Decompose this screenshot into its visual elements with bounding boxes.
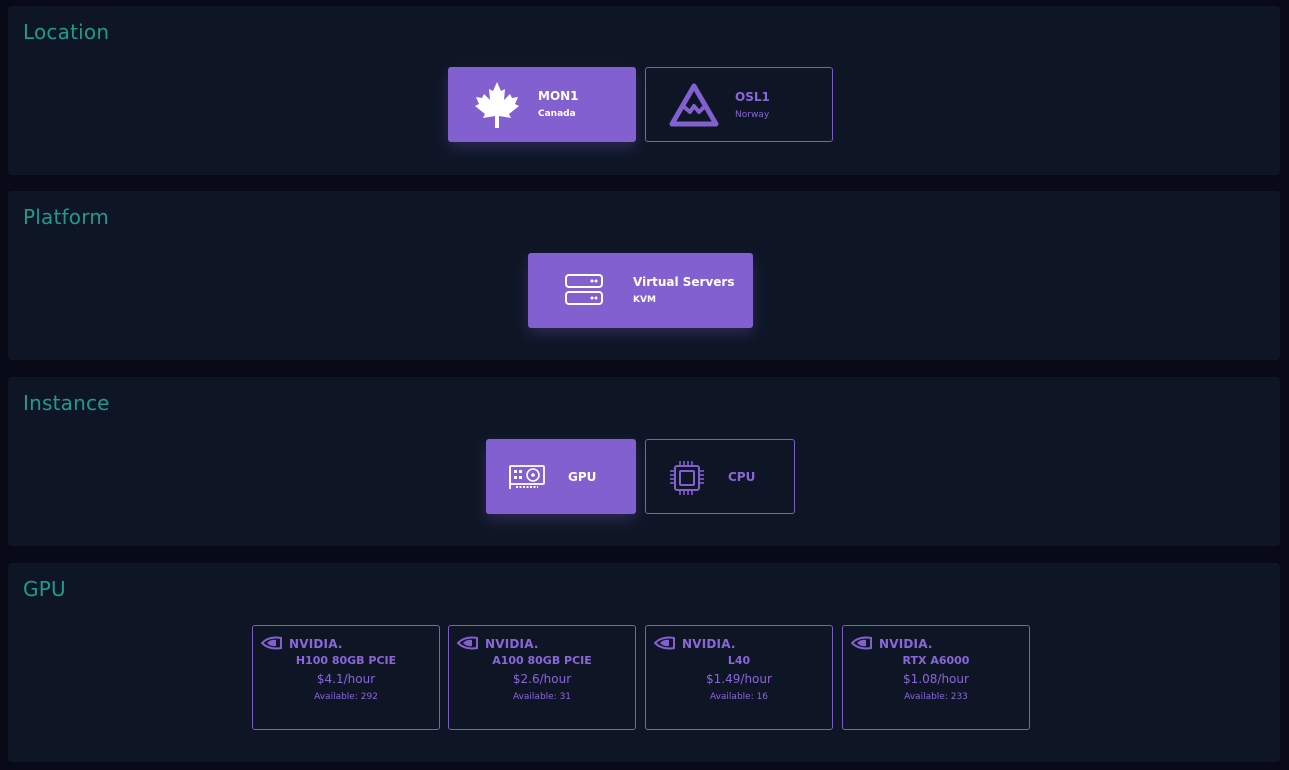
cpu-chip-icon	[668, 459, 706, 501]
gpu-price: $1.49/hour	[706, 672, 772, 686]
platform-option-virtual-servers[interactable]: Virtual Servers KVM	[528, 253, 753, 328]
instance-section: Instance GPU CPU	[8, 377, 1280, 546]
gpu-price: $1.08/hour	[903, 672, 969, 686]
nvidia-logo: NVIDIA.	[456, 635, 539, 653]
platform-section-title: Platform	[23, 205, 109, 229]
location-option-osl1[interactable]: OSL1 Norway	[645, 67, 833, 142]
gpu-model: L40	[727, 654, 751, 667]
graphics-card-icon	[508, 463, 548, 495]
gpu-option-h100[interactable]: NVIDIA. H100 80GB PCIE $4.1/hour Availab…	[252, 625, 440, 730]
mountain-icon	[668, 82, 720, 132]
gpu-availability: Available: 31	[512, 692, 572, 702]
platform-section: Platform Virtual Servers KVM	[8, 191, 1280, 360]
nvidia-eye-icon	[850, 636, 872, 650]
instance-section-title: Instance	[23, 391, 110, 415]
platform-option-name: Virtual Servers	[633, 275, 735, 289]
gpu-price: $2.6/hour	[512, 672, 572, 686]
instance-option-name: CPU	[728, 470, 756, 484]
instance-option-name: GPU	[568, 470, 597, 484]
nvidia-eye-icon	[260, 636, 282, 650]
brand-text: NVIDIA.	[485, 637, 539, 651]
gpu-option-l40[interactable]: NVIDIA. L40 $1.49/hour Available: 16	[645, 625, 833, 730]
location-option-name: OSL1	[735, 90, 770, 104]
gpu-availability: Available: 292	[314, 692, 378, 702]
platform-option-sub: KVM	[633, 295, 656, 305]
gpu-section: GPU NVIDIA. H100 80GB PCIE $4.1/hour Ava…	[8, 563, 1280, 762]
gpu-section-title: GPU	[23, 577, 66, 601]
location-option-country: Norway	[735, 110, 770, 120]
location-option-country: Canada	[538, 109, 576, 119]
gpu-option-rtx-a6000[interactable]: NVIDIA. RTX A6000 $1.08/hour Available: …	[842, 625, 1030, 730]
instance-option-gpu[interactable]: GPU	[486, 439, 636, 514]
location-option-mon1[interactable]: MON1 Canada	[448, 67, 636, 142]
nvidia-eye-icon	[653, 636, 675, 650]
maple-leaf-icon	[472, 80, 522, 134]
nvidia-eye-icon	[456, 636, 478, 650]
location-section: Location MON1 Canada OSL1 Norway	[8, 6, 1280, 175]
brand-text: NVIDIA.	[879, 637, 933, 651]
gpu-availability: Available: 233	[904, 692, 968, 702]
nvidia-logo: NVIDIA.	[653, 635, 736, 653]
nvidia-logo: NVIDIA.	[260, 635, 343, 653]
location-section-title: Location	[23, 20, 110, 44]
gpu-model: A100 80GB PCIE	[492, 654, 592, 667]
gpu-availability: Available: 16	[709, 692, 769, 702]
brand-text: NVIDIA.	[289, 637, 343, 651]
nvidia-logo: NVIDIA.	[850, 635, 933, 653]
gpu-model: H100 80GB PCIE	[295, 654, 397, 667]
location-option-name: MON1	[538, 89, 579, 103]
gpu-option-a100[interactable]: NVIDIA. A100 80GB PCIE $2.6/hour Availab…	[448, 625, 636, 730]
gpu-price: $4.1/hour	[316, 672, 376, 686]
server-icon	[564, 273, 604, 311]
instance-option-cpu[interactable]: CPU	[645, 439, 795, 514]
brand-text: NVIDIA.	[682, 637, 736, 651]
gpu-model: RTX A6000	[902, 654, 970, 667]
